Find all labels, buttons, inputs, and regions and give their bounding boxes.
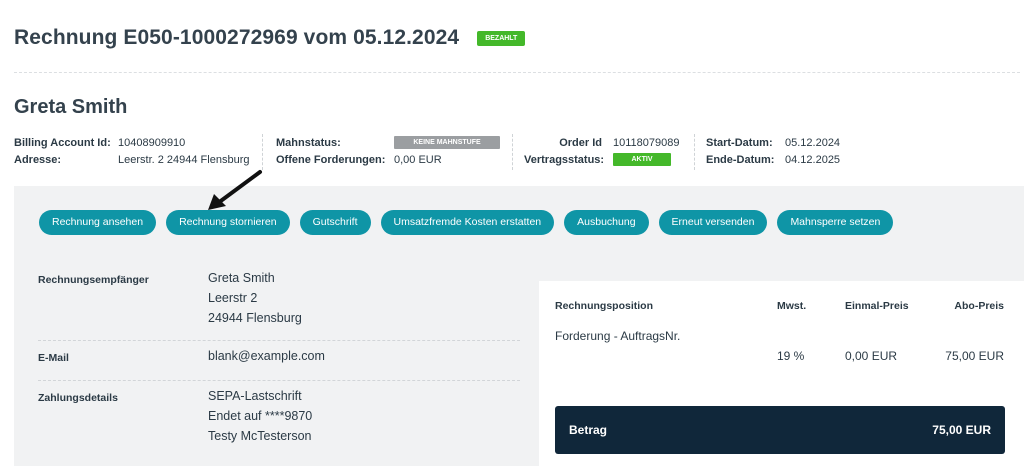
invoice-panel: Rechnung ansehen Rechnung stornieren Gut… [14, 186, 1024, 466]
recipient-name: Greta Smith [208, 271, 275, 285]
billing-account-label: Billing Account Id: [14, 136, 111, 149]
position-recurring-price: 75,00 EUR [945, 349, 1004, 363]
action-bar: Rechnung ansehen Rechnung stornieren Gut… [39, 210, 903, 235]
column-header-one-time-price: Einmal-Preis [845, 300, 909, 312]
account-info-row: Billing Account Id: 10408909910 Adresse:… [14, 134, 1024, 174]
payment-label: Zahlungsdetails [38, 392, 118, 404]
recipient-city: 24944 Flensburg [208, 311, 302, 325]
contract-status-badge: AKTIV [613, 153, 671, 166]
separator [262, 134, 263, 170]
email-value: blank@example.com [208, 349, 325, 363]
page-header: Rechnung E050-1000272969 vom 05.12.2024 … [14, 26, 526, 50]
recipient-row: Rechnungsempfänger Greta Smith Leerstr 2… [38, 268, 520, 341]
recipient-label: Rechnungsempfänger [38, 274, 149, 286]
payment-card-ending: Endet auf ****9870 [208, 409, 313, 423]
contract-status-label: Vertragsstatus: [524, 153, 605, 166]
end-date-value: 04.12.2025 [785, 153, 841, 166]
billing-info-block: Billing Account Id: 10408909910 Adresse:… [14, 134, 249, 168]
invoice-positions-card: Rechnungsposition Mwst. Einmal-Preis Abo… [539, 281, 1024, 466]
column-header-recurring-price: Abo-Preis [954, 300, 1004, 312]
open-claims-label: Offene Forderungen: [276, 153, 386, 166]
payment-method: SEPA-Lastschrift [208, 389, 302, 403]
total-value: 75,00 EUR [932, 423, 991, 437]
column-header-item: Rechnungsposition [555, 300, 653, 312]
write-off-button[interactable]: Ausbuchung [564, 210, 649, 235]
order-info-block: Order Id 10118079089 Vertragsstatus: AKT… [524, 134, 679, 168]
position-item: Forderung - AuftragsNr. [555, 329, 681, 343]
order-id-value: 10118079089 [613, 136, 680, 149]
order-id-label: Order Id [559, 136, 602, 149]
annotation-arrow-icon [208, 170, 262, 210]
dunning-status-badge: KEINE MAHNSTUFE [394, 136, 500, 149]
divider [14, 72, 1020, 73]
total-label: Betrag [569, 423, 608, 437]
email-label: E-Mail [38, 352, 69, 364]
start-date-label: Start-Datum: [706, 136, 773, 149]
set-dunning-block-button[interactable]: Mahnsperre setzen [777, 210, 894, 235]
address-label: Adresse: [14, 153, 62, 166]
position-vat: 19 % [777, 349, 805, 363]
email-row: E-Mail blank@example.com [38, 341, 520, 381]
dunning-info-block: Mahnstatus: KEINE MAHNSTUFE Offene Forde… [276, 134, 500, 168]
total-amount-box: Betrag 75,00 EUR [555, 406, 1005, 454]
open-claims-value: 0,00 EUR [394, 153, 442, 166]
dates-info-block: Start-Datum: 05.12.2024 Ende-Datum: 04.1… [706, 134, 840, 168]
end-date-label: Ende-Datum: [706, 153, 775, 166]
separator [512, 134, 513, 170]
refund-non-sales-costs-button[interactable]: Umsatzfremde Kosten erstatten [380, 210, 555, 235]
resend-button[interactable]: Erneut versenden [658, 210, 768, 235]
start-date-value: 05.12.2024 [785, 136, 841, 149]
payment-holder: Testy McTesterson [208, 429, 312, 443]
separator [694, 134, 695, 170]
paid-status-badge: BEZAHLT [477, 30, 526, 46]
credit-note-button[interactable]: Gutschrift [299, 210, 371, 235]
recipient-values: Greta Smith Leerstr 2 24944 Flensburg [208, 268, 302, 340]
page-title: Rechnung E050-1000272969 vom 05.12.2024 [14, 26, 460, 49]
dunning-status-label: Mahnstatus: [276, 136, 341, 149]
invoice-details: Rechnungsempfänger Greta Smith Leerstr 2… [38, 268, 520, 451]
customer-name: Greta Smith [14, 96, 128, 118]
payment-row: Zahlungsdetails SEPA-Lastschrift Endet a… [38, 381, 520, 451]
address-value: Leerstr. 2 24944 Flensburg [118, 153, 250, 166]
view-invoice-button[interactable]: Rechnung ansehen [39, 210, 157, 235]
payment-values: SEPA-Lastschrift Endet auf ****9870 Test… [208, 386, 312, 451]
billing-account-value: 10408909910 [118, 136, 186, 149]
column-header-vat: Mwst. [777, 300, 807, 312]
position-one-time-price: 0,00 EUR [845, 349, 898, 363]
recipient-street: Leerstr 2 [208, 291, 258, 305]
